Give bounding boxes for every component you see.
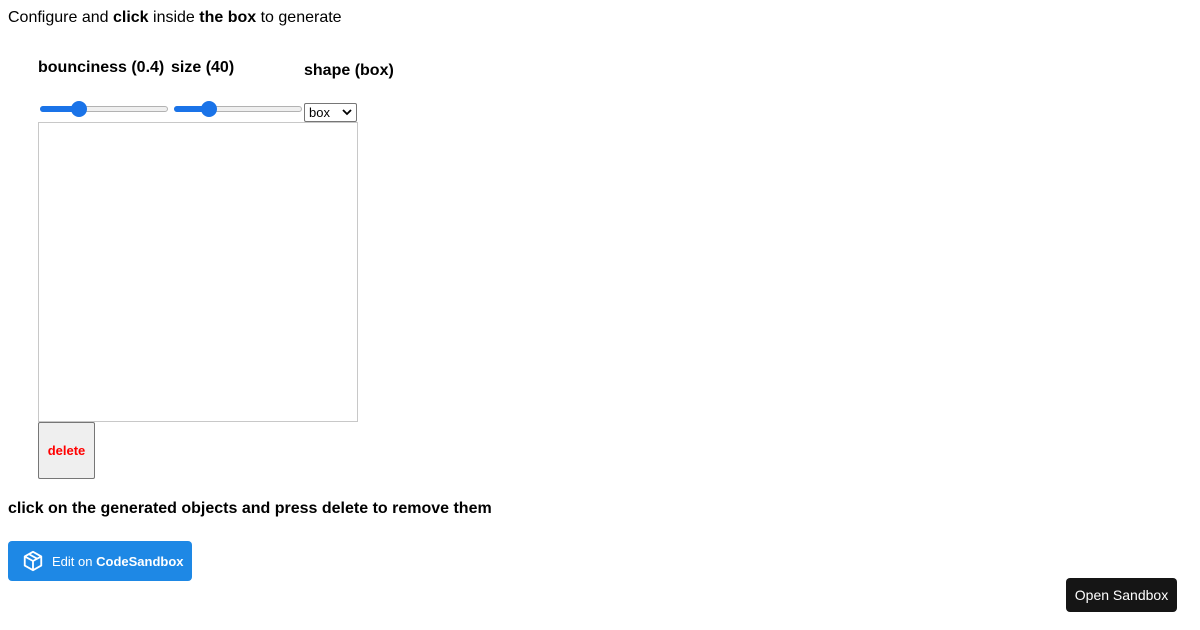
bounciness-slider-thumb[interactable] bbox=[71, 101, 87, 117]
intro-part3: to generate bbox=[256, 9, 342, 26]
bounciness-label: bounciness (0.4) bbox=[38, 59, 165, 76]
delete-button[interactable]: delete bbox=[38, 422, 95, 479]
codesandbox-brand: CodeSandbox bbox=[96, 553, 184, 569]
shape-select[interactable]: box bbox=[304, 103, 357, 122]
instructions-text: click on the generated objects and press… bbox=[8, 500, 492, 517]
codesandbox-cube-icon bbox=[22, 550, 44, 572]
size-slider[interactable] bbox=[174, 101, 302, 117]
intro-part1: Configure and bbox=[8, 9, 113, 26]
delete-button-label: delete bbox=[47, 443, 86, 458]
intro-part2: inside bbox=[148, 9, 200, 26]
shape-label: shape (box) bbox=[304, 62, 394, 79]
open-sandbox-button[interactable]: Open Sandbox bbox=[1066, 578, 1177, 612]
intro-bold-click: click bbox=[112, 9, 149, 26]
size-label: size (40) bbox=[171, 59, 235, 76]
size-slider-thumb[interactable] bbox=[201, 101, 217, 117]
edit-on-codesandbox-button[interactable]: Edit on CodeSandbox bbox=[8, 541, 192, 581]
intro-bold-box: the box bbox=[199, 9, 257, 26]
intro-text: Configure and click inside the box to ge… bbox=[8, 8, 342, 28]
codesandbox-prefix: Edit on bbox=[52, 553, 93, 569]
bounciness-slider[interactable] bbox=[40, 101, 168, 117]
open-sandbox-label: Open Sandbox bbox=[1074, 587, 1169, 603]
generation-box[interactable] bbox=[38, 122, 358, 422]
shape-select-value: box bbox=[309, 105, 330, 120]
page: Configure and click inside the box to ge… bbox=[0, 0, 1200, 630]
